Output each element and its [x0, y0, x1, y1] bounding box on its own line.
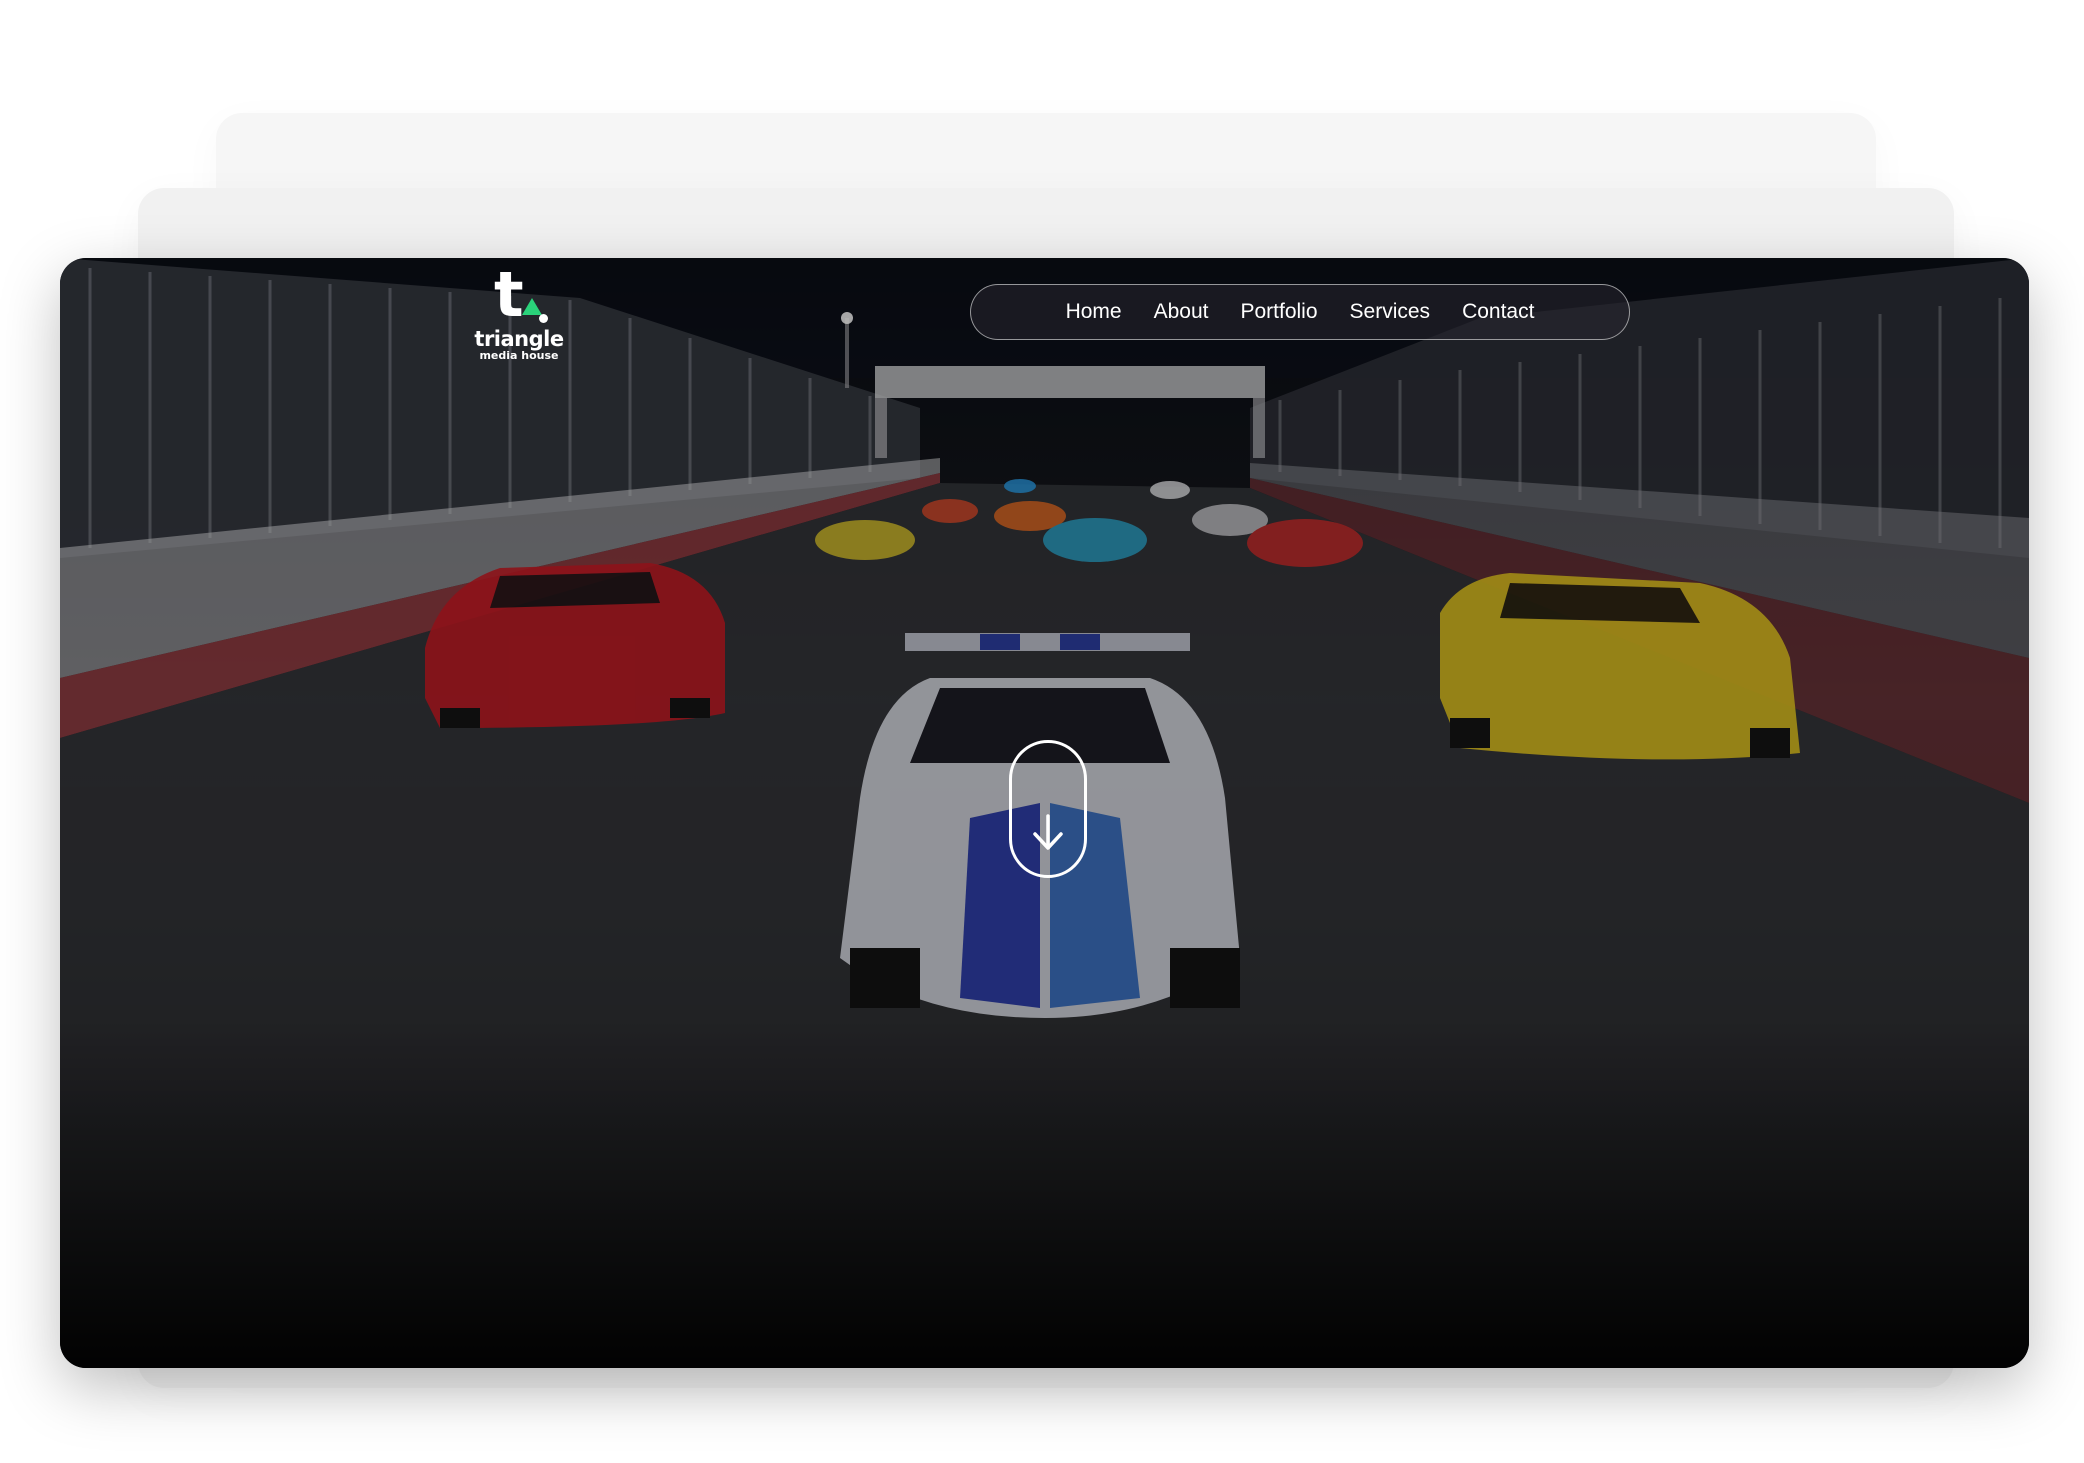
logo-mark: t: [484, 264, 554, 330]
nav-link-portfolio[interactable]: Portfolio: [1224, 284, 1333, 340]
nav-link-home[interactable]: Home: [1050, 284, 1138, 340]
nav-link-about[interactable]: About: [1138, 284, 1225, 340]
hero-section: t triangle media house Home About Portfo…: [60, 258, 2029, 1368]
brand-tagline: media house: [479, 349, 559, 362]
brand-logo[interactable]: t triangle media house: [464, 264, 574, 362]
brand-name: triangle: [474, 327, 564, 351]
logo-triangle-icon: [522, 298, 542, 315]
main-navigation: Home About Portfolio Services Contact: [970, 284, 1630, 340]
scroll-down-button[interactable]: [1009, 740, 1087, 878]
nav-link-services[interactable]: Services: [1334, 284, 1447, 340]
nav-link-contact[interactable]: Contact: [1446, 284, 1550, 340]
arrow-down-icon: [1033, 814, 1063, 850]
